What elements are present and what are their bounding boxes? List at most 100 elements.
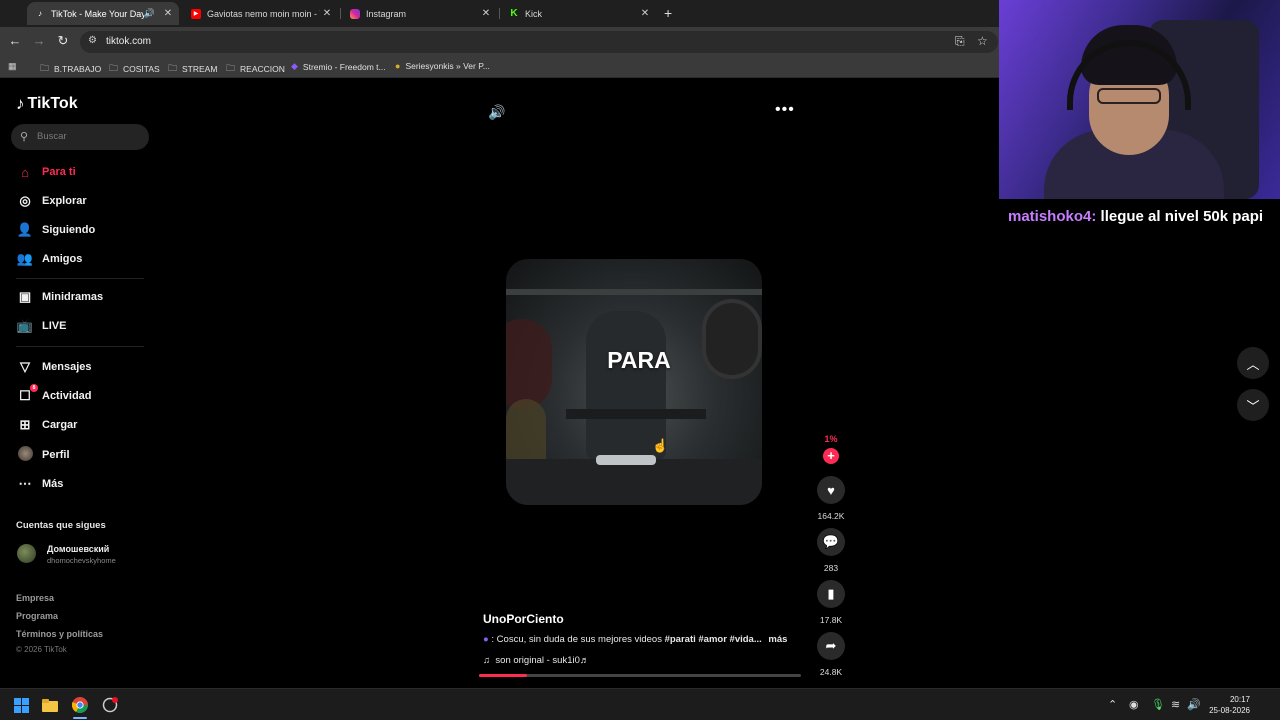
volume-icon[interactable]: 🔊 — [488, 104, 505, 121]
nav-perfil[interactable]: Perfil — [16, 445, 70, 465]
close-icon[interactable]: ✕ — [638, 8, 652, 19]
nav-explorar[interactable]: ◎ Explorar — [16, 191, 86, 211]
site-settings-icon[interactable]: ⚙ — [88, 35, 97, 46]
upload-icon: ⊞ — [19, 417, 31, 432]
close-icon[interactable]: ✕ — [479, 8, 493, 19]
bookmark-stream[interactable]: 🗀 STREAM — [168, 61, 217, 77]
bookmark-btrabajo[interactable]: 🗀 B.TRABAJO — [40, 61, 101, 77]
chat-username: matishoko4: — [1008, 208, 1097, 225]
nav-live[interactable]: 📺 LIVE — [16, 316, 67, 336]
chrome-icon[interactable] — [70, 696, 90, 714]
tiktok-logo[interactable]: ♪ TikTok — [16, 94, 78, 114]
footer-link-programa[interactable]: Programa — [16, 611, 58, 621]
nav-para-ti[interactable]: ⌂ Para ti — [16, 162, 76, 182]
close-icon[interactable]: ✕ — [161, 8, 175, 19]
show-hidden-icons[interactable]: ⌃ — [1108, 698, 1117, 711]
following-section-title: Cuentas que sigues — [16, 520, 106, 531]
footer-link-empresa[interactable]: Empresa — [16, 593, 54, 603]
nav-amigos[interactable]: 👥 Amigos — [16, 249, 82, 269]
new-tab-button[interactable]: + — [664, 5, 672, 21]
video-description: ● : Coscu, sin duda de sus mejores video… — [483, 634, 788, 645]
tab-instagram[interactable]: Instagram ✕ — [342, 2, 497, 25]
comment-button[interactable]: 💬 — [817, 528, 845, 556]
like-button[interactable]: ♥ — [817, 476, 845, 504]
bookmark-cositas[interactable]: 🗀 COSITAS — [109, 61, 160, 77]
next-video-button[interactable]: ﹀ — [1237, 389, 1269, 421]
share-count: 24.8K — [819, 667, 843, 677]
tab-youtube[interactable]: ▶ Gaviotas nemo moin moin - Yo ✕ — [183, 2, 338, 25]
nav-mensajes[interactable]: ▽ Mensajes — [16, 357, 92, 377]
activity-icon: ☐ 8 — [16, 384, 38, 404]
windows-taskbar: ⌃ ◉ 🎙 ≋ 🔊 20:17 25-08-2026 — [0, 688, 1280, 720]
tab-title: Instagram — [366, 8, 407, 19]
nav-siguiendo[interactable]: 👤 Siguiendo — [16, 220, 95, 240]
stremio-icon: ◆ — [291, 61, 298, 71]
bookmark-seriesyonkis[interactable]: ● Seriesyonkis » Ver P... — [395, 61, 490, 71]
nav-minidramas[interactable]: ▣ Minidramas — [16, 287, 103, 307]
save-count: 17.8K — [819, 615, 843, 625]
more-link[interactable]: más — [768, 634, 787, 645]
forward-button[interactable]: → — [30, 33, 48, 48]
windows-start-icon[interactable] — [11, 696, 31, 714]
video-author[interactable]: UnoPorCiento — [483, 612, 564, 626]
clock[interactable]: 20:17 25-08-2026 — [1206, 694, 1250, 716]
share-button[interactable]: ➦ — [817, 632, 845, 660]
speaker-icon[interactable]: 🔊 — [144, 8, 155, 19]
footer-link-terminos[interactable]: Términos y políticas — [16, 629, 103, 639]
nav-mas[interactable]: ⋯ Más — [16, 474, 64, 494]
grape-emoji-icon: ● — [483, 634, 489, 645]
divider — [16, 346, 144, 347]
folder-icon: 🗀 — [226, 63, 236, 73]
search-input[interactable]: ⚲ Buscar — [11, 124, 149, 150]
wifi-icon[interactable]: ≋ — [1171, 698, 1180, 711]
chevron-up-icon: ︿ — [1246, 356, 1260, 372]
more-icon: ⋯ — [18, 476, 32, 491]
minidramas-icon: ▣ — [18, 289, 32, 304]
discord-icon[interactable]: ◉ — [1129, 698, 1139, 711]
video-hashtags[interactable]: #parati #amor #vida... — [665, 634, 762, 645]
previous-video-button[interactable]: ︿ — [1237, 347, 1269, 379]
comment-icon: 💬 — [822, 534, 840, 549]
follow-button[interactable]: + — [823, 448, 839, 464]
following-account-name[interactable]: Домошевский — [47, 544, 109, 554]
more-options-icon[interactable]: ••• — [775, 101, 795, 119]
video-caption-overlay: PARA — [607, 347, 671, 373]
address-bar[interactable]: ⚙ tiktok.com ⎘ ☆ — [80, 31, 998, 53]
profile-avatar — [16, 446, 34, 464]
tab-bar: ♪ TikTok - Make Your Day 🔊 ✕ ▶ Gaviotas … — [0, 0, 1000, 27]
apps-grid-icon[interactable]: ▦ — [8, 61, 22, 72]
file-explorer-icon[interactable] — [40, 696, 60, 714]
kick-icon: K — [510, 8, 518, 19]
microphone-icon[interactable]: 🎙 — [1151, 698, 1165, 711]
nav-cargar[interactable]: ⊞ Cargar — [16, 415, 78, 435]
close-icon[interactable]: ✕ — [320, 8, 334, 19]
bookmark-star-icon[interactable]: ☆ — [977, 34, 988, 48]
bookmark-stremio[interactable]: ◆ Stremio - Freedom t... — [291, 61, 386, 72]
tab-separator — [340, 8, 341, 19]
video-progress-bar[interactable] — [479, 674, 801, 677]
app-icon[interactable] — [100, 696, 120, 714]
install-app-icon[interactable]: ⎘ — [955, 34, 965, 49]
music-note-icon: ♫ — [483, 655, 491, 666]
friends-icon: 👥 — [16, 251, 34, 266]
home-icon: ⌂ — [21, 164, 29, 180]
volume-tray-icon[interactable]: 🔊 — [1187, 698, 1201, 711]
nav-actividad[interactable]: ☐ 8 Actividad — [16, 384, 92, 406]
reload-button[interactable]: ↻ — [54, 33, 72, 49]
clock-time: 20:17 — [1229, 695, 1250, 704]
bookmarks-bar: ▦ 🗀 B.TRABAJO 🗀 COSITAS 🗀 STREAM 🗀 REACCION … — [0, 56, 1000, 78]
following-icon: 👤 — [16, 222, 34, 237]
youtube-icon: ▶ — [191, 8, 201, 19]
tab-kick[interactable]: K Kick ✕ — [501, 2, 656, 25]
tab-tiktok[interactable]: ♪ TikTok - Make Your Day 🔊 ✕ — [27, 2, 179, 25]
avatar[interactable] — [17, 544, 36, 563]
tab-separator — [499, 8, 500, 19]
video-music[interactable]: ♫ son original - suk1i0♬ — [483, 655, 589, 666]
tiktok-icon: ♪ — [16, 94, 25, 113]
seriesyonkis-icon: ● — [395, 61, 401, 71]
save-button[interactable]: ▮ — [817, 580, 845, 608]
instagram-icon — [350, 8, 360, 19]
back-button[interactable]: ← — [6, 33, 24, 48]
bookmark-reaccion[interactable]: 🗀 REACCION — [226, 61, 285, 77]
video-player[interactable]: PARA — [506, 259, 762, 505]
